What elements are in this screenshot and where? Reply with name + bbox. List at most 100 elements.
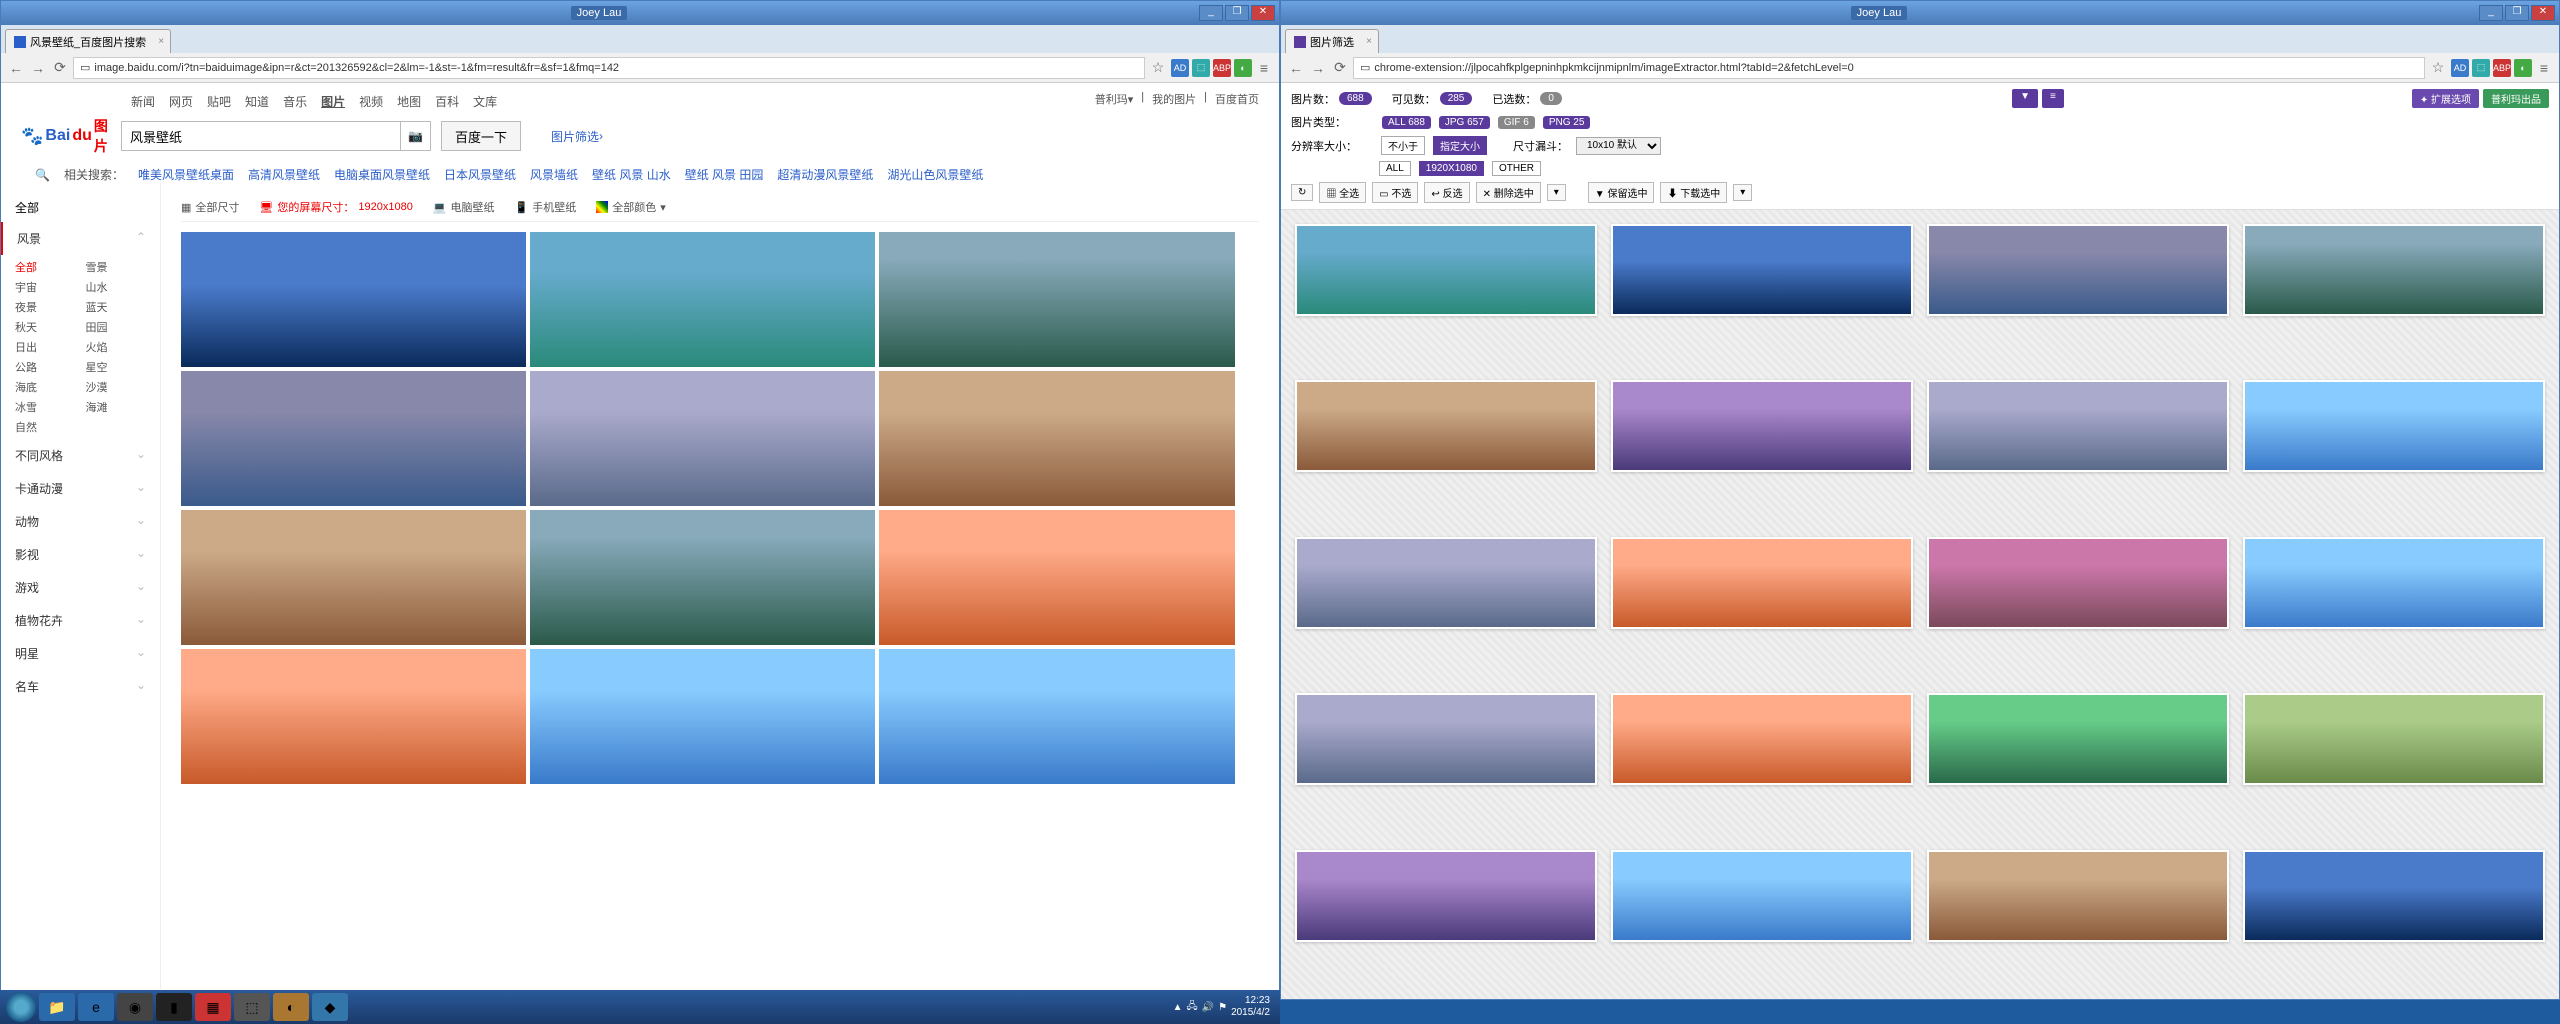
list-icon-button[interactable]: ≡ <box>2042 89 2064 108</box>
all-size[interactable]: ▦全部尺寸 <box>181 199 239 215</box>
sidebar-item-scenery[interactable]: 风景⌃ <box>1 222 160 255</box>
minimize-button[interactable]: _ <box>1199 5 1223 21</box>
pc-wallpaper[interactable]: 💻电脑壁纸 <box>433 199 495 215</box>
taskbar-chrome[interactable]: ◉ <box>117 993 153 1021</box>
extracted-thumb[interactable] <box>2243 850 2545 942</box>
related-link[interactable]: 湖光山色风景壁纸 <box>887 166 983 183</box>
toplink[interactable]: 百度首页 <box>1215 91 1259 107</box>
cat-item[interactable]: 自然 <box>15 419 76 435</box>
extracted-thumb[interactable] <box>2243 224 2545 316</box>
menu-icon[interactable]: ≡ <box>1255 59 1273 77</box>
result-thumb[interactable] <box>181 649 526 784</box>
result-thumb[interactable] <box>530 371 875 506</box>
sidebar-item[interactable]: 名车⌄ <box>1 670 160 703</box>
keep-sel-button[interactable]: ▼ 保留选中 <box>1588 182 1655 203</box>
extracted-thumb[interactable] <box>2243 537 2545 629</box>
ext-icon[interactable]: ⬚ <box>2472 59 2490 77</box>
ext-abp-icon[interactable]: ABP <box>2493 59 2511 77</box>
related-link[interactable]: 风景墙纸 <box>530 166 578 183</box>
back-icon[interactable]: ← <box>1287 59 1305 77</box>
ext-icon[interactable]: ⬚ <box>1192 59 1210 77</box>
reload-icon[interactable]: ⟳ <box>1331 59 1349 77</box>
cat-item[interactable]: 沙漠 <box>86 379 147 395</box>
res-opt[interactable]: 不小于 <box>1381 136 1425 155</box>
reload-icon[interactable]: ⟳ <box>51 59 69 77</box>
extracted-thumb[interactable] <box>1927 537 2229 629</box>
extracted-thumb[interactable] <box>1611 850 1913 942</box>
cat-item[interactable]: 宇宙 <box>15 279 76 295</box>
sidebar-item[interactable]: 植物花卉⌄ <box>1 604 160 637</box>
browser-tab[interactable]: 图片筛选 × <box>1285 29 1379 53</box>
refresh-button[interactable]: ↻ <box>1291 184 1313 201</box>
cat-item[interactable]: 海底 <box>15 379 76 395</box>
back-icon[interactable]: ← <box>7 59 25 77</box>
ext-ad-icon[interactable]: AD <box>2451 59 2469 77</box>
funnel-icon-button[interactable]: ▼ <box>2012 89 2038 108</box>
ext-ad-icon[interactable]: AD <box>1171 59 1189 77</box>
brand-button[interactable]: 普利玛出品 <box>2483 89 2549 108</box>
extracted-thumb[interactable] <box>1927 380 2229 472</box>
close-button[interactable]: ✕ <box>2531 5 2555 21</box>
nav-item[interactable]: 知道 <box>245 93 269 110</box>
minimize-button[interactable]: _ <box>2479 5 2503 21</box>
tab-close-icon[interactable]: × <box>158 36 164 47</box>
sidebar-item[interactable]: 不同风格⌄ <box>1 439 160 472</box>
taskbar-app[interactable]: ◆ <box>312 993 348 1021</box>
mobile-wallpaper[interactable]: 📱手机壁纸 <box>515 199 577 215</box>
browser-tab[interactable]: 风景壁纸_百度图片搜索 × <box>5 29 171 53</box>
bookmark-icon[interactable]: ☆ <box>1149 59 1167 77</box>
result-thumb[interactable] <box>181 510 526 645</box>
extracted-thumb[interactable] <box>1295 537 1597 629</box>
invert-button[interactable]: ↩ 反选 <box>1424 182 1469 203</box>
extracted-thumb[interactable] <box>1611 693 1913 785</box>
taskbar-clock[interactable]: 12:23 2015/4/2 <box>1231 995 1274 1019</box>
tray-icon[interactable]: 🖧 <box>1186 999 1197 1016</box>
taskbar-app[interactable]: ▮ <box>156 993 192 1021</box>
related-link[interactable]: 高清风景壁纸 <box>248 166 320 183</box>
ext-abp-icon[interactable]: ABP <box>1213 59 1231 77</box>
extracted-thumb[interactable] <box>2243 380 2545 472</box>
extracted-thumb[interactable] <box>1295 850 1597 942</box>
cat-item[interactable]: 日出 <box>15 339 76 355</box>
url-field[interactable]: ▭image.baidu.com/i?tn=baiduimage&ipn=r&c… <box>73 57 1145 79</box>
res-opt-active[interactable]: 指定大小 <box>1433 136 1487 155</box>
extracted-thumb[interactable] <box>1927 850 2229 942</box>
extracted-thumb[interactable] <box>1927 693 2229 785</box>
ext-icon2[interactable]: ◐ <box>1234 59 1252 77</box>
forward-icon[interactable]: → <box>1309 59 1327 77</box>
result-thumb[interactable] <box>879 649 1235 784</box>
filter-gif[interactable]: GIF 6 <box>1498 116 1535 129</box>
maximize-button[interactable]: ❐ <box>1225 5 1249 21</box>
ext-icon2[interactable]: ◐ <box>2514 59 2532 77</box>
search-input[interactable] <box>121 121 401 151</box>
camera-icon[interactable]: 📷 <box>401 121 431 151</box>
extracted-thumb[interactable] <box>1611 537 1913 629</box>
tab-close-icon[interactable]: × <box>1366 36 1372 47</box>
res2-opt[interactable]: OTHER <box>1492 161 1541 176</box>
start-button[interactable] <box>6 992 36 1022</box>
cat-item[interactable]: 公路 <box>15 359 76 375</box>
filter-all[interactable]: ALL 688 <box>1382 116 1431 129</box>
result-thumb[interactable] <box>181 371 526 506</box>
sidebar-item[interactable]: 明星⌄ <box>1 637 160 670</box>
cat-item[interactable]: 全部 <box>15 259 76 275</box>
your-screen-size[interactable]: 🖥您的屏幕尺寸：1920x1080 <box>259 199 412 215</box>
extracted-thumb[interactable] <box>1611 224 1913 316</box>
maximize-button[interactable]: ❐ <box>2505 5 2529 21</box>
cat-item[interactable]: 蓝天 <box>86 299 147 315</box>
select-all-button[interactable]: ▦ 全选 <box>1319 182 1366 203</box>
search-button[interactable]: 百度一下 <box>441 121 521 151</box>
cat-item[interactable]: 秋天 <box>15 319 76 335</box>
filter-jpg[interactable]: JPG 657 <box>1439 116 1490 129</box>
taskbar-ie[interactable]: e <box>78 993 114 1021</box>
download-sel-button[interactable]: ⬇ 下载选中 <box>1660 182 1727 203</box>
nav-item[interactable]: 网页 <box>169 93 193 110</box>
cat-item[interactable]: 海滩 <box>86 399 147 415</box>
nav-item[interactable]: 贴吧 <box>207 93 231 110</box>
result-thumb[interactable] <box>530 649 875 784</box>
extracted-thumb[interactable] <box>1295 693 1597 785</box>
taskbar-app[interactable]: 📁 <box>39 993 75 1021</box>
tray-icon[interactable]: 🔊 <box>1202 1002 1214 1013</box>
nav-item[interactable]: 地图 <box>397 93 421 110</box>
forward-icon[interactable]: → <box>29 59 47 77</box>
